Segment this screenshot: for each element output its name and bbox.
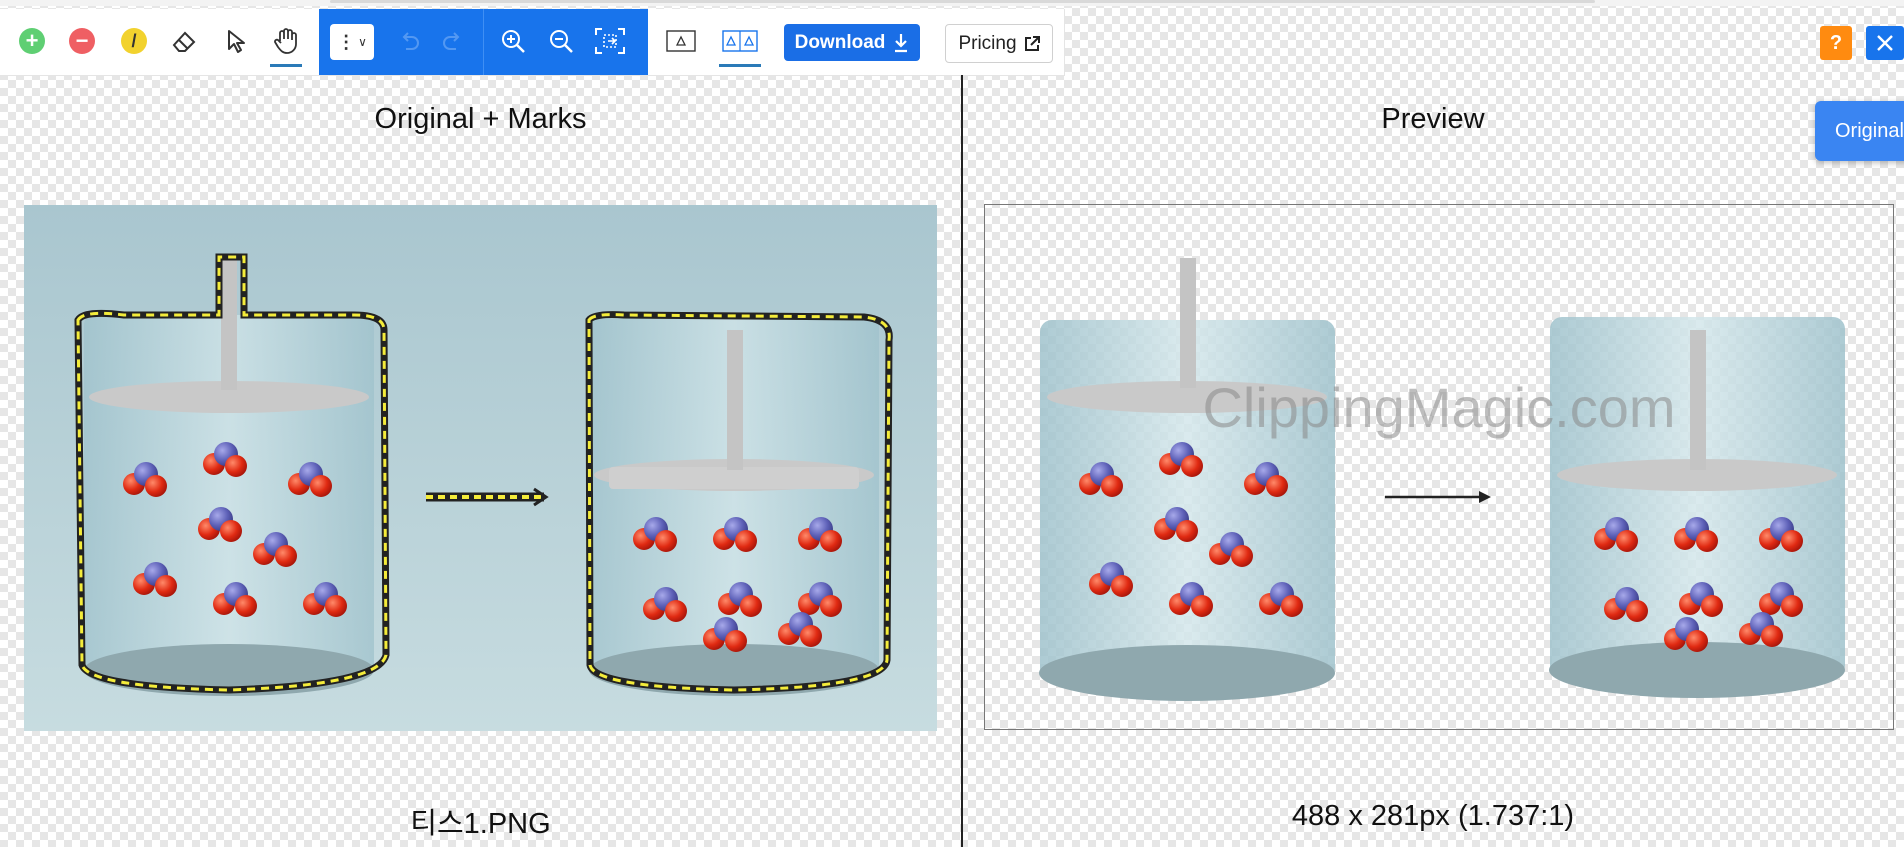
original-panel-title: Original + Marks	[374, 103, 587, 135]
download-arrow-icon	[895, 33, 908, 52]
download-label: Download	[794, 31, 886, 53]
split-view-button[interactable]	[719, 23, 761, 67]
original-side-tab[interactable]: Original	[1815, 101, 1904, 161]
single-view-icon	[666, 30, 696, 52]
zoom-out-icon	[550, 30, 573, 53]
active-view-indicator	[719, 64, 761, 67]
select-button[interactable]	[218, 23, 254, 59]
zoom-in-button[interactable]	[495, 23, 531, 59]
plus-circle-icon: +	[19, 28, 45, 54]
chevron-down-icon: ∨	[358, 35, 367, 49]
pan-button[interactable]	[268, 23, 304, 67]
top-scrollbar[interactable]	[330, 0, 1595, 3]
pricing-button[interactable]: Pricing	[945, 24, 1053, 63]
zoom-out-button[interactable]	[543, 23, 579, 59]
redo-button[interactable]	[435, 23, 471, 59]
active-tool-indicator	[270, 64, 302, 67]
watermark: ClippingMagic.com	[1202, 376, 1675, 439]
redo-icon	[443, 32, 460, 50]
panel-divider[interactable]	[961, 75, 963, 847]
hair-marker-button[interactable]: /	[116, 23, 152, 59]
keep-marker-button[interactable]: +	[14, 23, 50, 59]
split-view-icon	[722, 30, 758, 52]
eraser-icon	[172, 31, 196, 52]
fit-screen-button[interactable]	[592, 23, 628, 59]
original-side-tab-label: Original	[1835, 119, 1904, 142]
zoom-in-icon	[502, 30, 525, 53]
minus-circle-icon: −	[69, 28, 95, 54]
undo-icon	[402, 32, 419, 50]
hand-icon	[274, 28, 297, 54]
preview-dimensions: 488 x 281px (1.737:1)	[1291, 800, 1575, 832]
help-button[interactable]: ?	[1820, 26, 1852, 60]
close-button[interactable]	[1866, 26, 1904, 60]
remove-marker-button[interactable]: −	[64, 23, 100, 59]
preview-panel-title: Preview	[1381, 103, 1485, 135]
menu-dropdown-button[interactable]: ⋮ ∨	[330, 24, 374, 60]
edit-toolbar-group: ⋮ ∨	[319, 9, 648, 75]
fit-screen-icon	[595, 28, 625, 54]
undo-button[interactable]	[391, 23, 427, 59]
external-link-icon	[1024, 35, 1040, 51]
help-label: ?	[1829, 31, 1843, 54]
vertical-dots-icon: ⋮	[337, 31, 356, 52]
top-scroll-track	[0, 0, 1904, 6]
pricing-label: Pricing	[958, 32, 1017, 54]
close-icon	[1877, 35, 1893, 51]
pencil-circle-icon: /	[121, 28, 147, 54]
eraser-button[interactable]	[166, 23, 202, 59]
original-filename: 티스1.PNG	[410, 808, 551, 840]
toolbar: + − / ⋮ ∨ Download Pricing	[0, 9, 1065, 76]
single-view-button[interactable]	[663, 23, 699, 59]
arrow-pointer-icon	[228, 30, 245, 53]
download-button[interactable]: Download	[784, 24, 920, 61]
preview-image[interactable]: ClippingMagic.com	[984, 204, 1894, 730]
original-image[interactable]	[24, 205, 937, 731]
toolbar-separator	[483, 9, 484, 75]
